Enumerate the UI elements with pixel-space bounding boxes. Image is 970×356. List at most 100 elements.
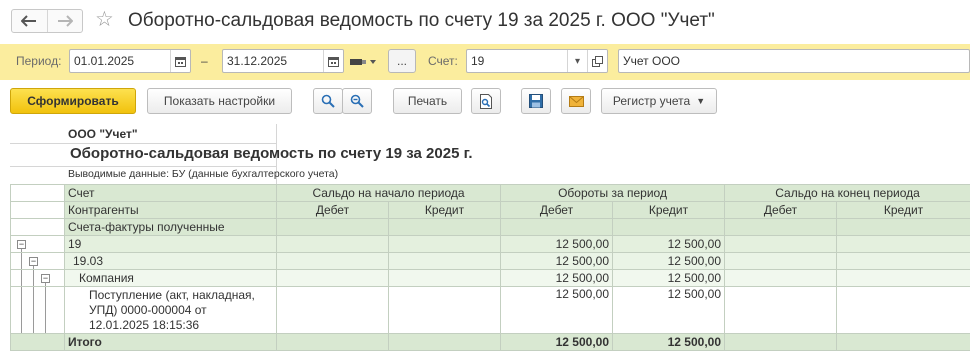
cell-turnover-debit: 12 500,00 xyxy=(500,235,613,253)
envelope-icon xyxy=(568,95,584,107)
divider xyxy=(10,166,276,167)
date-to-field[interactable]: 31.12.2025 xyxy=(222,49,344,73)
collapse-toggle-icon[interactable]: − xyxy=(41,274,50,283)
cell-closing-debit xyxy=(724,235,838,253)
row-name: 19.03 xyxy=(64,252,277,270)
page-title: Оборотно-сальдовая ведомость по счету 19… xyxy=(128,10,715,31)
report-area: ООО "Учет" Оборотно-сальдовая ведомость … xyxy=(10,124,970,356)
report-title: Оборотно-сальдовая ведомость по счету 19… xyxy=(70,145,473,162)
row-document[interactable]: Поступление (акт, накладная, УПД) 0000-0… xyxy=(64,286,277,334)
tree-line xyxy=(21,253,22,269)
row-name: Компания xyxy=(64,269,277,287)
tree-line xyxy=(45,287,46,333)
header-invoices: Счета-фактуры полученные xyxy=(64,218,277,236)
open-icon[interactable] xyxy=(587,50,607,72)
cell-closing-credit xyxy=(836,269,970,287)
header-turnover: Обороты за период xyxy=(499,184,726,202)
cell-opening-credit xyxy=(388,286,501,334)
cell-turnover-credit: 12 500,00 xyxy=(611,252,726,270)
header-credit: Кредит xyxy=(611,201,726,219)
show-settings-button[interactable]: Показать настройки xyxy=(147,88,292,114)
select-period-button[interactable]: ... xyxy=(388,49,416,73)
table-row[interactable]: − 19.03 12 500,00 12 500,00 xyxy=(10,252,970,270)
header-credit: Кредит xyxy=(836,201,970,219)
report-organization: ООО "Учет" xyxy=(68,127,138,141)
report-subtitle: Выводимые данные: БУ (данные бухгалтерск… xyxy=(68,168,339,180)
search-button[interactable] xyxy=(313,88,343,114)
arrow-right-icon xyxy=(57,15,73,27)
chevron-down-icon: ▼ xyxy=(696,96,706,106)
cell-closing-debit xyxy=(724,269,838,287)
date-from-value: 01.01.2025 xyxy=(74,54,135,68)
date-from-field[interactable]: 01.01.2025 xyxy=(69,49,191,73)
chevron-down-icon[interactable]: ▾ xyxy=(567,50,587,72)
cell-opening-credit xyxy=(388,252,501,270)
generate-button[interactable]: Сформировать xyxy=(10,88,136,114)
header-row: Счета-фактуры полученные xyxy=(10,218,970,236)
header-debit: Дебет xyxy=(724,201,838,219)
tree-line xyxy=(33,270,34,286)
tree-line xyxy=(33,287,34,333)
cell-closing-credit xyxy=(836,252,970,270)
calendar-icon[interactable] xyxy=(323,50,343,72)
tree-line xyxy=(21,287,22,333)
cell-closing-debit xyxy=(724,286,838,334)
cell-closing-credit xyxy=(836,235,970,253)
organization-value: Учет ООО xyxy=(623,54,680,68)
total-label: Итого xyxy=(64,333,277,351)
star-icon[interactable]: ☆ xyxy=(95,8,114,32)
calendar-icon[interactable] xyxy=(170,50,190,72)
cell-opening-debit xyxy=(276,235,389,253)
search-settings-button[interactable] xyxy=(342,88,372,114)
email-button[interactable] xyxy=(561,88,591,114)
print-button[interactable]: Печать xyxy=(393,88,462,114)
period-type-icon xyxy=(350,59,376,65)
header-debit: Дебет xyxy=(276,201,389,219)
row-name: 19 xyxy=(64,235,277,253)
save-button[interactable] xyxy=(521,88,551,114)
cell-opening-debit xyxy=(276,269,389,287)
header-account: Счет xyxy=(64,184,277,202)
collapse-toggle-icon[interactable]: − xyxy=(29,257,38,266)
forward-button[interactable] xyxy=(46,10,83,32)
table-row[interactable]: − Компания 12 500,00 12 500,00 xyxy=(10,269,970,287)
organization-field[interactable]: Учет ООО xyxy=(618,49,970,73)
cell-closing-debit xyxy=(724,252,838,270)
back-button[interactable] xyxy=(12,10,47,32)
cell-opening-credit xyxy=(388,269,501,287)
date-to-value: 31.12.2025 xyxy=(227,54,288,68)
save-icon xyxy=(529,94,543,108)
total-row: Итого 12 500,00 12 500,00 xyxy=(10,333,970,351)
toolbar: Сформировать Показать настройки Печать Р… xyxy=(0,88,970,116)
registry-dropdown-button[interactable]: Регистр учета ▼ xyxy=(601,88,717,114)
table-row[interactable]: − 19 12 500,00 12 500,00 xyxy=(10,235,970,253)
header-closing-balance: Сальдо на конец периода xyxy=(724,184,970,202)
document-line: Поступление (акт, накладная, xyxy=(89,288,255,302)
cell-turnover-credit: 12 500,00 xyxy=(611,269,726,287)
cell-closing-credit xyxy=(836,286,970,334)
report-table: Счет Сальдо на начало периода Обороты за… xyxy=(10,184,970,351)
account-label: Счет: xyxy=(428,54,458,68)
total-turnover-debit: 12 500,00 xyxy=(500,333,613,351)
collapse-toggle-icon[interactable]: − xyxy=(17,240,26,249)
cell-opening-debit xyxy=(276,252,389,270)
table-row[interactable]: Поступление (акт, накладная, УПД) 0000-0… xyxy=(10,286,970,334)
period-dash: – xyxy=(201,54,208,68)
divider xyxy=(10,143,276,144)
cell-opening-debit xyxy=(276,286,389,334)
header-debit: Дебет xyxy=(500,201,613,219)
period-type-dropdown[interactable] xyxy=(348,55,378,69)
cell-turnover-debit: 12 500,00 xyxy=(500,252,613,270)
account-value: 19 xyxy=(471,54,485,68)
preview-button[interactable] xyxy=(471,88,501,114)
search-icon xyxy=(321,94,335,108)
account-field[interactable]: 19 ▾ xyxy=(466,49,608,73)
title-bar: ☆ Оборотно-сальдовая ведомость по счету … xyxy=(0,0,970,40)
tree-line xyxy=(21,270,22,286)
header-counterparties: Контрагенты xyxy=(64,201,277,219)
total-turnover-credit: 12 500,00 xyxy=(611,333,726,351)
cell-turnover-debit: 12 500,00 xyxy=(500,269,613,287)
parameters-panel: Период: 01.01.2025 – 31.12.2025 ... Счет… xyxy=(0,44,970,80)
header-credit: Кредит xyxy=(388,201,501,219)
cell-opening-credit xyxy=(388,235,501,253)
